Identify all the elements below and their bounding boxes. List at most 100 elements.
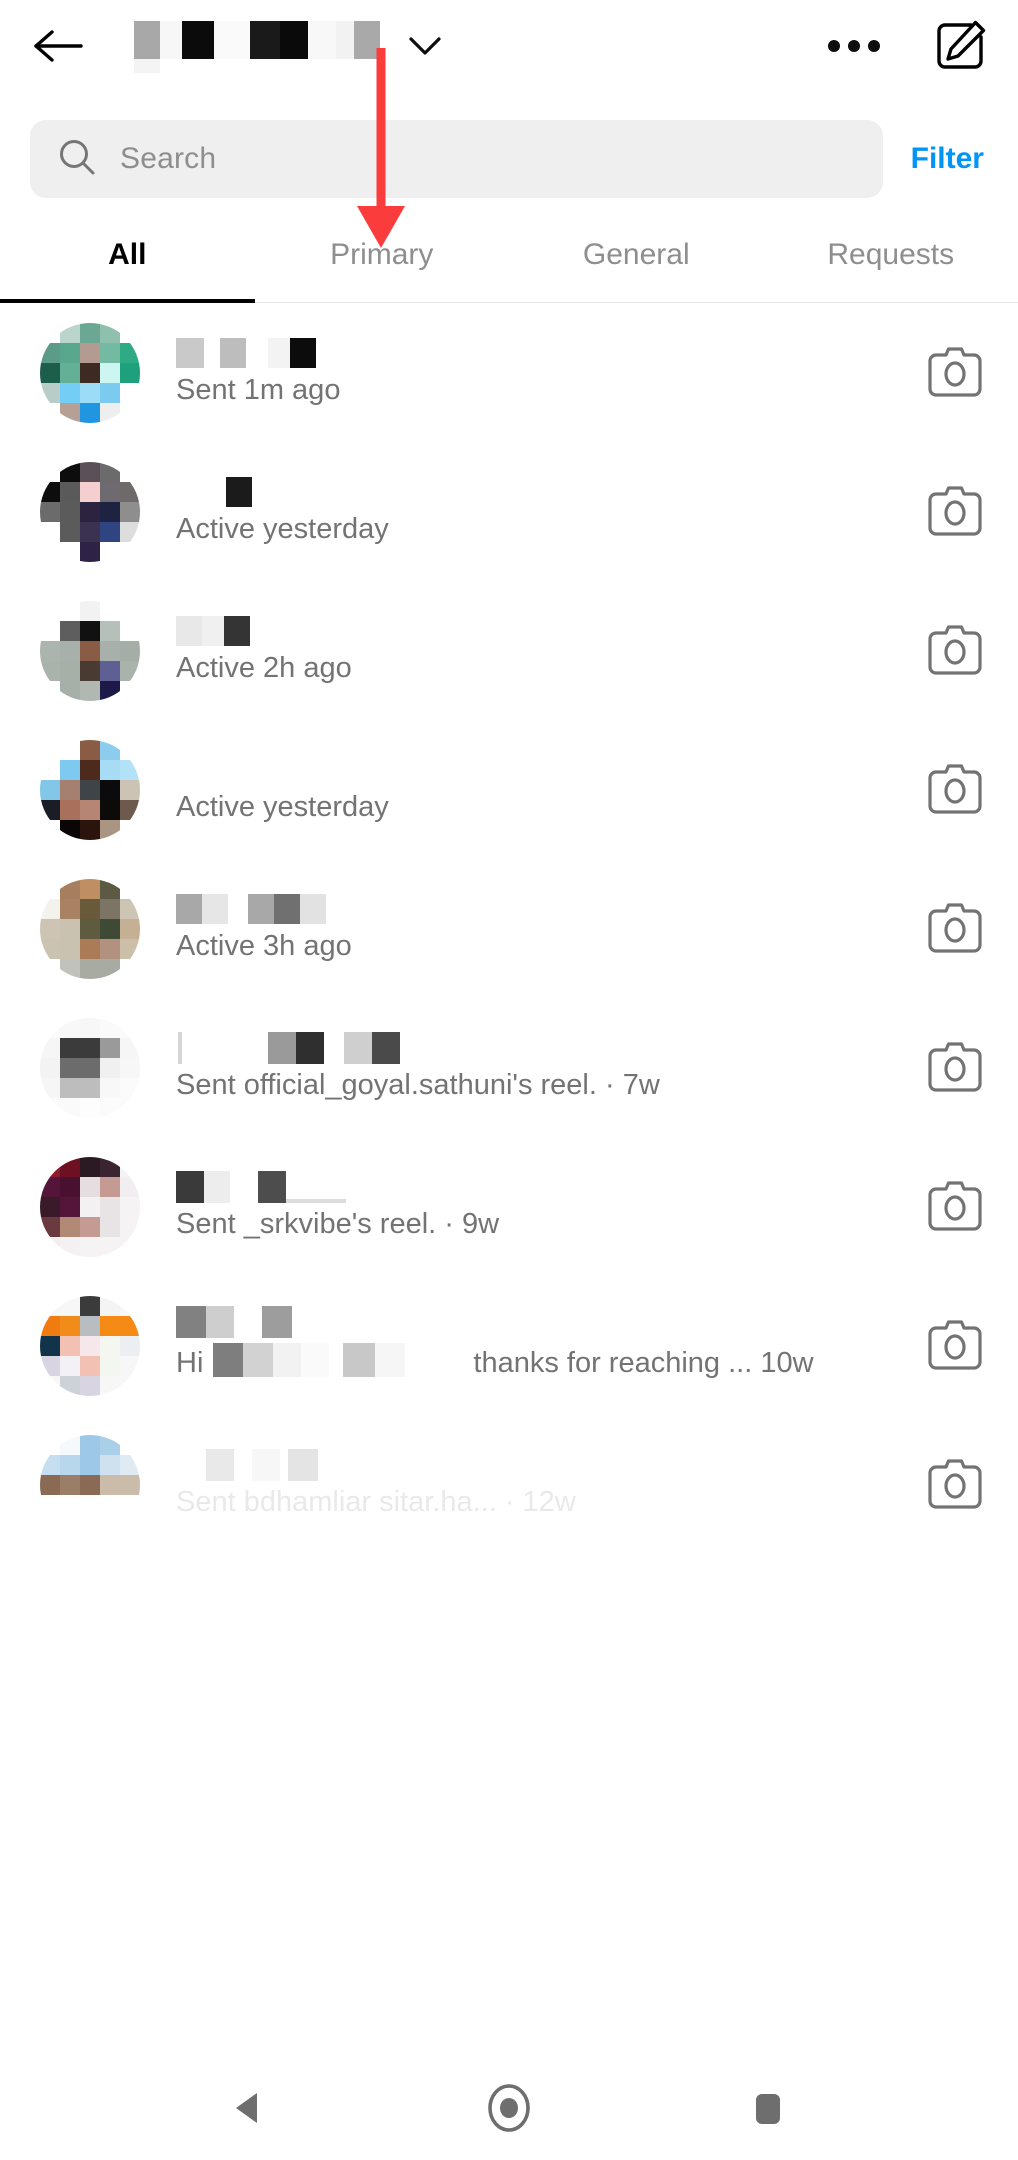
more-options-button[interactable] xyxy=(828,40,880,52)
avatar xyxy=(40,739,140,840)
avatar xyxy=(40,461,140,562)
username-redacted xyxy=(176,1305,922,1338)
camera-icon xyxy=(928,624,982,675)
android-navigation-bar xyxy=(0,2056,1018,2160)
conversation-preview: Sent bdhamliar sitar.ha... · 12w xyxy=(176,1486,576,1518)
camera-icon xyxy=(928,485,982,536)
conversation-preview: Active 2h ago xyxy=(176,652,352,684)
camera-button[interactable] xyxy=(922,1452,988,1518)
conversation-list: Sent 1m ago Active yesterday Active 2h a… xyxy=(0,303,1018,1554)
search-input[interactable]: Search xyxy=(30,120,883,198)
redaction-blocks xyxy=(226,477,252,507)
avatar-pixelated xyxy=(40,1156,140,1257)
redaction-blocks xyxy=(176,616,250,646)
conversation-text: Sent 1m ago xyxy=(176,338,922,407)
avatar xyxy=(40,600,140,701)
conversation-text: Sent _srkvibe's reel. · 9w xyxy=(176,1171,922,1241)
conversation-text: Sent official_goyal.sathuni's reel. · 7w xyxy=(176,1032,922,1102)
camera-button[interactable] xyxy=(922,757,988,823)
redaction-blocks xyxy=(176,1171,346,1203)
conversation-row[interactable]: Sent bdhamliar sitar.ha... · 12w xyxy=(0,1415,1018,1554)
conversation-row[interactable]: Active 2h ago xyxy=(0,581,1018,720)
conversation-text: Active yesterday xyxy=(176,755,922,824)
avatar xyxy=(40,1156,140,1257)
avatar-pixelated xyxy=(40,461,140,562)
redaction-blocks xyxy=(206,1449,318,1481)
username-redacted xyxy=(176,338,922,368)
conversation-preview: Active 3h ago xyxy=(176,930,352,962)
conversation-row[interactable]: Active 3h ago xyxy=(0,859,1018,998)
preview-redaction xyxy=(203,1342,473,1385)
conversation-row[interactable]: Sent official_goyal.sathuni's reel. · 7w xyxy=(0,998,1018,1137)
compose-new-message-button[interactable] xyxy=(932,18,988,74)
android-back-button[interactable] xyxy=(210,2068,290,2148)
avatar-pixelated xyxy=(40,739,140,840)
camera-icon xyxy=(928,1041,982,1092)
conversation-text: Active 2h ago xyxy=(176,616,922,685)
list-fade-overlay xyxy=(0,2022,1018,2056)
username-redacted xyxy=(176,616,922,646)
android-home-circle-icon xyxy=(488,2084,530,2132)
preview-tail: thanks for reaching ... 10w xyxy=(473,1347,814,1379)
conversation-row[interactable]: Active yesterday xyxy=(0,442,1018,581)
tab-all[interactable]: All xyxy=(0,238,255,303)
search-icon xyxy=(58,138,96,181)
camera-button[interactable] xyxy=(922,1035,988,1101)
back-button[interactable] xyxy=(30,18,86,74)
tab-primary[interactable]: Primary xyxy=(255,238,510,302)
conversation-preview: Active yesterday xyxy=(176,513,389,545)
camera-icon xyxy=(928,1458,982,1509)
account-switcher[interactable] xyxy=(134,15,442,85)
camera-button[interactable] xyxy=(922,1174,988,1240)
conversation-row[interactable]: Sent 1m ago xyxy=(0,303,1018,442)
avatar xyxy=(40,1017,140,1118)
android-home-button[interactable] xyxy=(469,2068,549,2148)
conversation-row[interactable]: Active yesterday xyxy=(0,720,1018,859)
camera-icon xyxy=(928,902,982,953)
compose-new-message-icon xyxy=(937,20,986,69)
conversation-preview: Sent official_goyal.sathuni's reel. · 7w xyxy=(176,1069,660,1101)
avatar-pixelated xyxy=(40,322,140,423)
more-options-icon xyxy=(848,40,860,52)
more-options-icon xyxy=(868,40,880,52)
redaction-blocks xyxy=(176,1305,292,1338)
username-redacted xyxy=(176,1171,922,1203)
preview-hi: Hi xyxy=(176,1347,204,1379)
conversation-preview: Sent _srkvibe's reel. · 9w xyxy=(176,1208,500,1240)
android-recents-square-icon xyxy=(756,2094,781,2124)
username-redacted xyxy=(176,477,922,507)
camera-icon xyxy=(928,763,982,814)
camera-button[interactable] xyxy=(922,618,988,684)
conversation-preview: Active yesterday xyxy=(176,791,389,823)
conversation-row[interactable]: Hi thanks for reaching ... 10w xyxy=(0,1276,1018,1415)
tab-general[interactable]: General xyxy=(509,238,764,302)
camera-button[interactable] xyxy=(922,896,988,962)
username-redacted xyxy=(176,1449,922,1481)
app-header xyxy=(0,0,1018,92)
avatar xyxy=(40,1295,140,1396)
redaction-blocks xyxy=(178,1032,400,1064)
camera-button[interactable] xyxy=(922,340,988,406)
search-row: Search Filter xyxy=(0,120,1018,198)
redaction-blocks xyxy=(176,338,316,368)
camera-button[interactable] xyxy=(922,479,988,545)
chevron-down-icon[interactable] xyxy=(408,35,442,57)
redaction-blocks xyxy=(176,894,326,924)
conversation-text: Hi thanks for reaching ... 10w xyxy=(176,1305,922,1385)
conversation-preview: Sent 1m ago xyxy=(176,374,341,406)
android-back-triangle-icon xyxy=(235,2093,257,2123)
filter-button[interactable]: Filter xyxy=(911,142,988,176)
conversation-row[interactable]: Sent _srkvibe's reel. · 9w xyxy=(0,1137,1018,1276)
avatar-pixelated xyxy=(40,1017,140,1118)
camera-icon xyxy=(928,346,982,397)
more-options-icon xyxy=(828,40,840,52)
android-recents-button[interactable] xyxy=(728,2068,808,2148)
camera-button[interactable] xyxy=(922,1313,988,1379)
username-redacted xyxy=(176,1032,922,1064)
tab-requests[interactable]: Requests xyxy=(764,238,1018,302)
avatar-pixelated xyxy=(40,1434,140,1535)
username-redacted xyxy=(176,894,922,924)
username-redacted xyxy=(176,755,922,785)
conversation-text: Active 3h ago xyxy=(176,894,922,963)
avatar xyxy=(40,878,140,979)
